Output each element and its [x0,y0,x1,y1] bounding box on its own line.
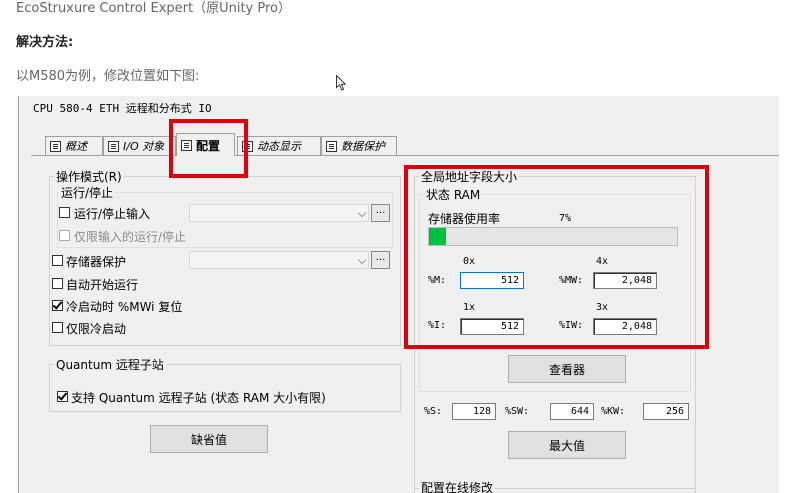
mouse-cursor-icon [336,75,346,91]
online-modify-label: 配置在线修改 [419,479,496,493]
window-title: CPU 580-4 ETH 远程和分布式 IO [33,102,212,115]
tab-label: I/O 对象 [123,140,165,153]
run-stop-input-browse-button[interactable]: ... [371,204,390,222]
cold-start-only-checkbox[interactable] [52,322,63,333]
maximum-values-button[interactable]: 最大值 [508,431,626,459]
s-label: %S: [424,406,443,417]
run-stop-input-checkbox[interactable] [59,207,70,218]
operating-mode-label: 操作模式(R) [54,168,124,185]
quantum-support-label: 支持 Quantum 远程子站 (状态 RAM 大小有限) [71,391,326,405]
highlight-global-address [404,165,709,349]
tab-page-icon [108,140,119,152]
sw-size-input[interactable]: 644 [550,403,594,420]
tab-data-protection[interactable]: 数据保护 [321,136,397,155]
tab-strip-line [31,155,779,156]
memory-protect-browse-button[interactable]: ... [371,251,390,269]
tab-overview[interactable]: 概述 [45,136,103,155]
tab-label: 数据保护 [341,140,385,153]
sw-label: %SW: [505,406,530,417]
chevron-down-icon [357,255,367,265]
kw-size-input[interactable]: 256 [643,403,689,420]
cold-start-reset-checkbox[interactable] [52,300,63,311]
run-stop-label: 运行/停止 [59,184,116,201]
viewer-button[interactable]: 查看器 [508,355,626,383]
tab-configuration[interactable]: 配置 [176,133,235,156]
cold-start-reset-label: 冷启动时 %MWi 复位 [66,300,183,314]
kw-label: %KW: [601,406,626,417]
tab-page-icon [326,140,337,152]
solution-heading: 解决方法: [16,35,74,50]
memory-protect-checkbox[interactable] [52,255,63,266]
run-stop-input-only-label: 仅限输入的运行/停止 [74,230,187,244]
memory-protect-label: 存储器保护 [66,255,127,269]
s-size-input[interactable]: 128 [452,403,496,420]
tab-page-icon [181,139,192,151]
auto-start-label: 自动开始运行 [66,278,139,292]
run-stop-input-label: 运行/停止输入 [74,207,151,221]
product-line-text: EcoStruxure Control Expert（原Unity Pro） [16,1,292,16]
default-values-button[interactable]: 缺省值 [150,425,268,453]
run-stop-input-only-checkbox[interactable] [59,230,70,241]
tab-animation[interactable]: 动态显示 [237,136,321,155]
quantum-group-label: Quantum 远程子站 [54,356,166,373]
quantum-support-checkbox[interactable] [57,391,68,402]
example-text: 以M580为例，修改位置如下图: [16,69,200,84]
tab-label: 配置 [196,138,221,153]
memory-protect-combo[interactable] [189,251,369,269]
tab-io-objects[interactable]: I/O 对象 [103,136,176,155]
cold-start-only-label: 仅限冷启动 [66,322,127,336]
auto-start-checkbox[interactable] [52,278,63,289]
tab-label: 动态显示 [257,140,301,153]
chevron-down-icon [357,208,367,218]
tab-label: 概述 [65,140,87,153]
run-stop-input-combo[interactable] [189,204,369,222]
tab-page-icon [50,140,61,152]
